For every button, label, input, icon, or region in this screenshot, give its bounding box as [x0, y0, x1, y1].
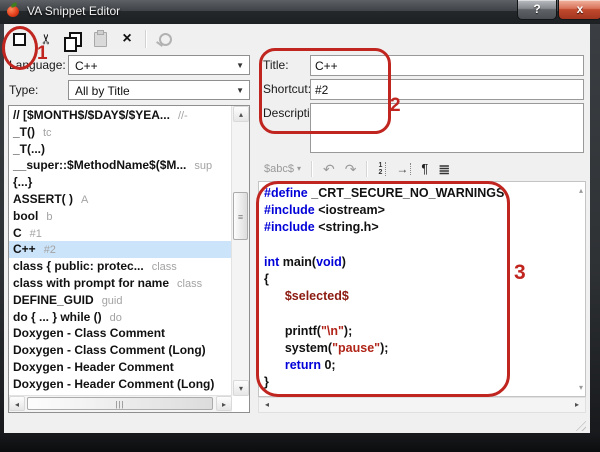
window-frame: VA Snippet Editor ? x ✂ × Language: C++ … [0, 0, 600, 452]
list-item[interactable]: boolb [9, 208, 232, 225]
scrollbar-thumb[interactable]: ≡ [233, 192, 248, 240]
list-item[interactable]: __super::$MethodName$($M...sup [9, 157, 232, 174]
magnifier-icon [159, 33, 172, 46]
list-item[interactable]: Doxygen - Header Comment [9, 359, 232, 376]
code-content: #define _CRT_SECURE_NO_WARNINGS#include … [264, 185, 567, 391]
scroll-up-icon[interactable]: ▴ [233, 106, 249, 122]
toolbar-separator [366, 161, 368, 177]
scroll-up-icon[interactable]: ▴ [579, 186, 583, 195]
chevron-down-icon: ▾ [297, 164, 301, 173]
cut-button[interactable]: ✂ [37, 30, 55, 48]
code-line: { [264, 271, 567, 288]
scroll-right-icon[interactable]: ▸ [569, 398, 585, 412]
list-item[interactable]: DEFINE_GUIDguid [9, 292, 232, 309]
copy-icon [69, 32, 82, 47]
list-item[interactable]: ASSERT( )A [9, 191, 232, 208]
toolbar-separator [145, 30, 147, 48]
code-line [264, 237, 567, 254]
language-value: C++ [75, 59, 98, 73]
visual-assist-tomato-icon [7, 4, 21, 18]
editor-toolbar: $abc$ ▾ ↶ ↷ 1 2 → ¶ ≣ [258, 156, 586, 181]
list-horizontal-scrollbar[interactable]: ◂ ||| ▸ [9, 395, 232, 412]
code-horizontal-scrollbar[interactable]: ◂ ▸ [258, 397, 586, 413]
description-input[interactable] [310, 103, 584, 153]
list-item[interactable]: Doxygen - Class Comment (Long) [9, 342, 232, 359]
type-value: All by Title [75, 84, 130, 98]
scroll-left-icon[interactable]: ◂ [259, 398, 275, 412]
window-title: VA Snippet Editor [27, 4, 120, 18]
delete-button[interactable]: × [118, 30, 136, 48]
title-input[interactable] [310, 55, 584, 76]
chevron-down-icon: ▼ [236, 56, 244, 76]
type-label: Type: [9, 80, 38, 101]
help-button[interactable]: ? [517, 0, 557, 20]
list-item[interactable]: {...} [9, 174, 232, 191]
title-bar[interactable]: VA Snippet Editor ? x [0, 0, 600, 24]
list-item[interactable]: _T()tc [9, 124, 232, 141]
type-dropdown[interactable]: All by Title ▼ [68, 80, 250, 100]
list-item[interactable]: C++#2 [9, 241, 232, 258]
code-line: #include <iostream> [264, 202, 567, 219]
scroll-down-icon[interactable]: ▾ [579, 383, 583, 392]
snippet-code-editor[interactable]: #define _CRT_SECURE_NO_WARNINGS#include … [258, 181, 586, 397]
code-line: system("pause"); [264, 340, 567, 357]
code-line: printf("\n"); [264, 323, 567, 340]
delete-x-icon: × [122, 31, 131, 47]
new-snippet-button[interactable] [10, 30, 28, 48]
code-line: #include <string.h> [264, 219, 567, 236]
scroll-left-icon[interactable]: ◂ [9, 396, 25, 411]
new-snippet-icon [13, 33, 26, 46]
undo-button[interactable]: ↶ [323, 162, 335, 176]
list-item[interactable]: class with prompt for nameclass [9, 275, 232, 292]
show-formatting-button[interactable]: ¶ [421, 162, 428, 175]
copy-button[interactable] [64, 30, 82, 48]
code-vertical-scrollbar[interactable]: ▴ ▾ [569, 182, 585, 396]
cut-scissors-icon: ✂ [39, 33, 53, 45]
resize-grip[interactable] [573, 418, 586, 431]
code-line: $selected$ [264, 288, 567, 305]
code-line: #define _CRT_SECURE_NO_WARNINGS [264, 185, 567, 202]
redo-button[interactable]: ↷ [345, 162, 357, 176]
indent-button[interactable]: → [396, 163, 411, 175]
list-item[interactable]: do { ... } while ()do [9, 309, 232, 326]
list-vertical-scrollbar[interactable]: ▴ ≡ ▾ [231, 106, 249, 396]
list-item[interactable]: _T(...) [9, 141, 232, 158]
list-item[interactable]: // [$MONTH$/$DAY$/$YEA...//- [9, 107, 232, 124]
language-label: Language: [9, 55, 66, 76]
paste-button[interactable] [91, 30, 109, 48]
insert-placeholder-button[interactable]: $abc$ ▾ [264, 163, 301, 175]
scroll-down-icon[interactable]: ▾ [233, 380, 249, 396]
code-line: return 0; [264, 357, 567, 374]
snippet-list-content: // [$MONTH$/$DAY$/$YEA...//-_T()tc_T(...… [9, 106, 232, 396]
code-line [264, 305, 567, 322]
code-line: } [264, 374, 567, 391]
scroll-right-icon[interactable]: ▸ [216, 396, 232, 411]
list-item[interactable]: C#1 [9, 225, 232, 242]
close-button[interactable]: x [558, 0, 600, 20]
find-button[interactable] [156, 30, 174, 48]
code-line: int main(void) [264, 254, 567, 271]
shortcut-input[interactable] [310, 79, 584, 100]
list-item[interactable]: Doxygen - Header Comment (Long) [9, 376, 232, 393]
language-dropdown[interactable]: C++ ▼ [68, 55, 250, 75]
toolbar-separator [311, 161, 313, 177]
line-spacing-button[interactable]: ≣ [438, 162, 450, 176]
numbered-list-button[interactable]: 1 2 [378, 162, 386, 176]
paste-clipboard-icon [94, 32, 107, 47]
dialog-client-area: ✂ × Language: C++ ▼ Type: All by Title ▼… [4, 24, 590, 433]
list-item[interactable]: Doxygen - Class Comment [9, 325, 232, 342]
main-toolbar: ✂ × [4, 24, 590, 54]
chevron-down-icon: ▼ [236, 81, 244, 101]
list-item[interactable]: class { public: protec...class [9, 258, 232, 275]
shortcut-label: Shortcut: [263, 79, 311, 100]
snippet-listbox: // [$MONTH$/$DAY$/$YEA...//-_T()tc_T(...… [8, 105, 250, 413]
scrollbar-thumb[interactable]: ||| [27, 397, 213, 410]
title-label: Title: [263, 55, 289, 76]
placeholder-button-label: $abc$ [264, 163, 294, 175]
numbered-list-icon: 1 [378, 162, 382, 169]
